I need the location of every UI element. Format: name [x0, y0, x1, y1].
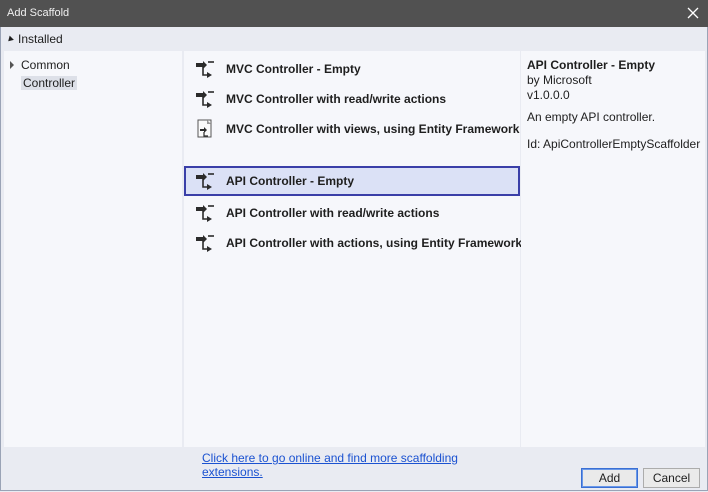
controller-icon [196, 61, 214, 78]
details-description: An empty API controller. [527, 110, 656, 124]
scaffold-item[interactable]: API Controller with actions, using Entit… [184, 228, 523, 258]
scaffold-label: MVC Controller - Empty [226, 62, 361, 76]
controller-icon [196, 173, 214, 190]
tree-item-controller[interactable]: Controller [10, 75, 78, 91]
tree-item-label: Common [21, 58, 70, 72]
close-icon [687, 7, 699, 19]
view-controller-icon [197, 119, 212, 138]
details-version: v1.0.0.0 [527, 88, 570, 102]
controller-icon [196, 205, 214, 222]
window-title: Add Scaffold [7, 7, 70, 19]
details-author: by Microsoft [527, 73, 592, 87]
scaffold-label: MVC Controller with read/write actions [226, 92, 447, 106]
category-tree: Common Controller [4, 51, 182, 447]
scaffold-list: MVC Controller - Empty MVC Controller wi… [184, 51, 523, 479]
title-bar: Add Scaffold [0, 0, 708, 27]
installed-label: Installed [18, 32, 63, 46]
scaffold-label: API Controller with read/write actions [226, 206, 440, 220]
scaffold-item-selected[interactable]: API Controller - Empty [184, 166, 520, 196]
scaffold-label: API Controller with actions, using Entit… [226, 236, 523, 250]
cancel-button[interactable]: Cancel [643, 468, 700, 488]
scaffold-item[interactable]: MVC Controller - Empty [184, 54, 520, 84]
details-panel: API Controller - Empty by Microsoft v1.0… [521, 51, 705, 447]
details-id: Id: ApiControllerEmptyScaffolder [527, 137, 701, 151]
scaffold-item[interactable]: API Controller with read/write actions [184, 198, 520, 228]
tree-item-common[interactable]: Common [10, 57, 70, 73]
online-extensions-link[interactable]: Click here to go online and find more sc… [202, 451, 520, 479]
scaffold-item[interactable]: MVC Controller with views, using Entity … [184, 114, 520, 144]
details-title: API Controller - Empty [527, 58, 656, 72]
expand-arrow-icon[interactable] [10, 61, 14, 69]
dialog-body: Installed Common Controller MVC Controll… [0, 27, 708, 491]
scaffold-item[interactable]: MVC Controller with read/write actions [184, 84, 520, 114]
installed-header[interactable]: Installed [6, 31, 63, 47]
controller-icon [196, 235, 214, 252]
controller-icon [196, 91, 214, 108]
add-button[interactable]: Add [581, 468, 638, 488]
tree-item-label: Controller [21, 76, 78, 90]
scaffold-label: MVC Controller with views, using Entity … [226, 122, 520, 136]
scaffold-label: API Controller - Empty [226, 174, 355, 188]
close-button[interactable] [684, 4, 702, 22]
collapse-triangle-icon [6, 35, 14, 44]
